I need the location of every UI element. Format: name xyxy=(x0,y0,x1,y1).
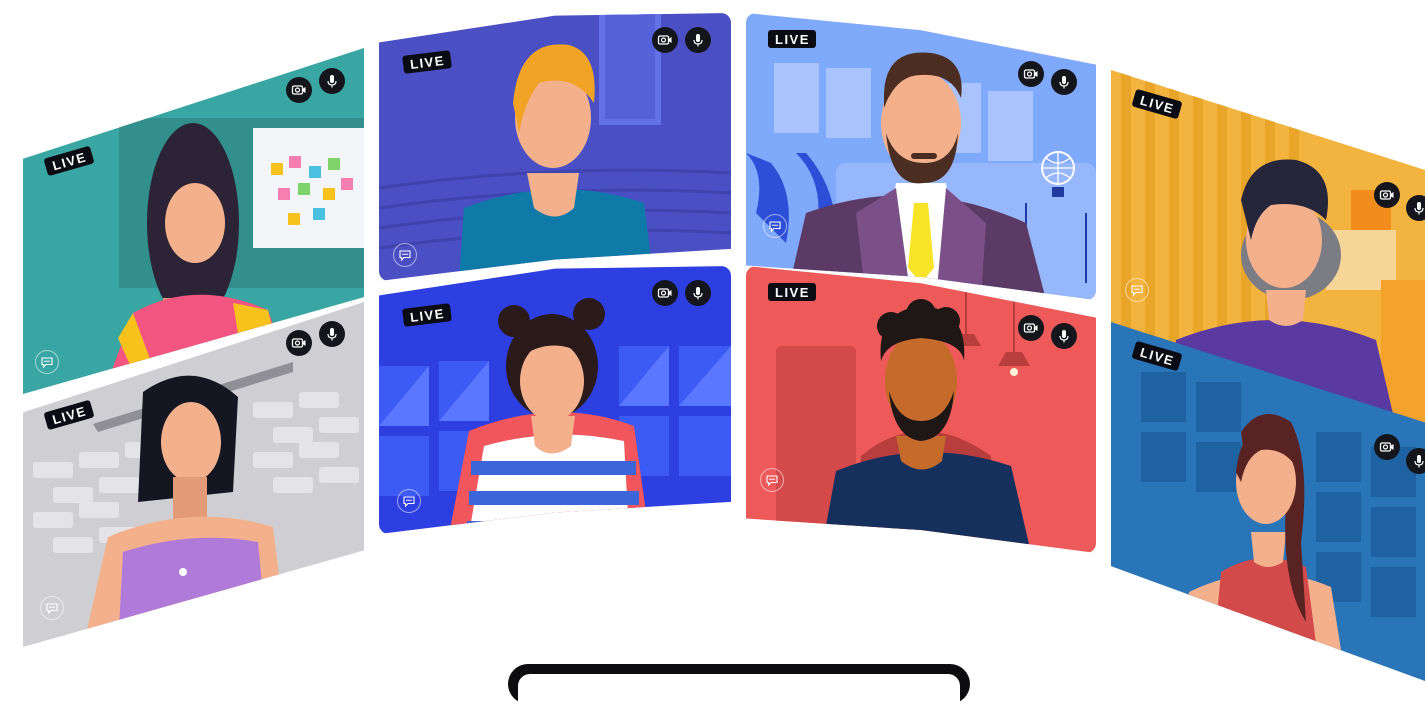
microphone-icon[interactable] xyxy=(1051,323,1077,349)
chat-bubble-icon[interactable] xyxy=(760,468,784,492)
camera-icon[interactable] xyxy=(1374,182,1400,208)
microphone-icon[interactable] xyxy=(685,27,711,53)
live-badge: LIVE xyxy=(768,30,816,48)
camera-icon[interactable] xyxy=(286,330,312,356)
chat-bubble-icon[interactable] xyxy=(1125,278,1149,302)
participant-6-scene xyxy=(776,266,1031,553)
video-tile-participant-6[interactable]: LIVE xyxy=(746,266,1096,553)
camera-icon[interactable] xyxy=(652,27,678,53)
camera-icon[interactable] xyxy=(286,77,312,103)
microphone-icon[interactable] xyxy=(1406,448,1425,474)
microphone-icon[interactable] xyxy=(685,280,711,306)
video-tile-participant-5[interactable]: LIVE xyxy=(746,13,1096,300)
video-tile-participant-3[interactable]: LIVE xyxy=(379,13,731,281)
camera-icon[interactable] xyxy=(652,280,678,306)
camera-icon[interactable] xyxy=(1018,315,1044,341)
chat-bubble-icon[interactable] xyxy=(763,214,787,238)
microphone-icon[interactable] xyxy=(319,321,345,347)
microphone-icon[interactable] xyxy=(319,68,345,94)
camera-icon[interactable] xyxy=(1374,434,1400,460)
chat-bubble-icon[interactable] xyxy=(397,489,421,513)
microphone-icon[interactable] xyxy=(1406,195,1425,221)
microphone-icon[interactable] xyxy=(1051,69,1077,95)
chat-bubble-icon[interactable] xyxy=(393,243,417,267)
live-badge: LIVE xyxy=(768,283,816,301)
chat-bubble-icon[interactable] xyxy=(35,350,59,374)
chat-bubble-icon[interactable] xyxy=(40,596,64,620)
device-screen xyxy=(518,674,960,704)
video-tile-participant-4[interactable]: LIVE xyxy=(379,266,731,534)
participant-5-scene xyxy=(746,52,1096,300)
camera-icon[interactable] xyxy=(1018,61,1044,87)
device-frame xyxy=(508,664,970,704)
